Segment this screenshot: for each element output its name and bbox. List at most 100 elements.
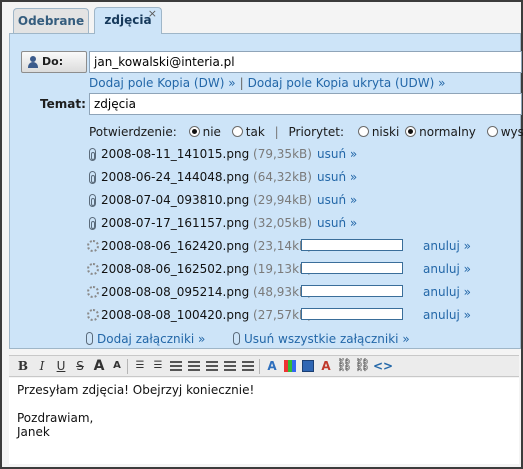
loading-spinner-icon xyxy=(86,308,100,322)
paperclip-icon xyxy=(86,332,93,345)
confirmation-label: Potwierdzenie: xyxy=(89,125,177,139)
ordered-list-icon[interactable]: ☰ xyxy=(132,358,148,374)
tab-compose-label: zdjęcia xyxy=(104,13,152,27)
upload-progress-bar xyxy=(301,308,403,320)
to-field[interactable]: jan_kowalski@interia.pl xyxy=(89,51,522,73)
attachment-name: 2008-08-11_141015.png xyxy=(101,147,250,161)
remove-attachment-link[interactable]: usuń » xyxy=(317,168,357,186)
color-palette-icon[interactable] xyxy=(282,358,298,374)
uploading-attachment-item: 2008-08-06_162420.png (23,14kB) anuluj » xyxy=(86,237,506,255)
message-options: Potwierdzenie: nie tak | Priorytet: nisk… xyxy=(89,125,523,139)
loading-spinner-icon xyxy=(86,239,100,253)
editor-toolbar: B I U S A A ☰ ☰ A A ⛓ ⛓ <> xyxy=(9,355,519,377)
indent-icon[interactable] xyxy=(186,358,202,374)
font-size-down-icon[interactable]: A xyxy=(109,358,125,374)
priority-normal-label: normalny xyxy=(419,125,476,139)
paperclip-icon xyxy=(86,170,100,184)
compose-window: Odebrane zdjęcia × Do: jan_kowalski@inte… xyxy=(0,0,523,469)
confirm-no-radio[interactable] xyxy=(188,126,200,137)
cancel-upload-link[interactable]: anuluj » xyxy=(423,260,471,278)
image-icon[interactable] xyxy=(300,358,316,374)
attachment-item: 2008-07-17_161157.png (32,05kB) usuń » xyxy=(86,214,506,232)
attachment-item: 2008-08-11_141015.png (79,35kB) usuń » xyxy=(86,145,506,163)
font-size-up-icon[interactable]: A xyxy=(91,358,107,374)
priority-high-label: wysoki xyxy=(500,125,523,139)
paperclip-icon xyxy=(86,216,100,230)
attachment-name: 2008-07-17_161157.png xyxy=(101,216,250,230)
to-button[interactable]: Do: xyxy=(21,51,87,73)
cancel-upload-link[interactable]: anuluj » xyxy=(423,306,471,324)
link-icon[interactable]: ⛓ xyxy=(336,358,353,374)
text-color-icon[interactable]: A xyxy=(264,358,280,374)
attachment-item: 2008-06-24_144048.png (64,32kB) usuń » xyxy=(86,168,506,186)
tab-inbox-label: Odebrane xyxy=(17,14,85,28)
upload-progress-bar xyxy=(301,262,403,274)
confirm-no-label: nie xyxy=(202,125,221,139)
attachment-name: 2008-08-08_100420.png xyxy=(101,308,250,322)
add-cc-link[interactable]: Dodaj pole Kopia (DW) » xyxy=(89,76,236,90)
remove-all-attachments-link[interactable]: Usuń wszystkie załączniki » xyxy=(244,332,410,346)
upload-progress-bar xyxy=(301,285,403,297)
loading-spinner-icon xyxy=(86,285,100,299)
close-icon[interactable]: × xyxy=(148,1,157,26)
align-right-icon[interactable] xyxy=(240,358,256,374)
underline-icon[interactable]: U xyxy=(53,358,69,374)
attachment-name: 2008-06-24_144048.png xyxy=(101,170,250,184)
compose-header-panel: Do: jan_kowalski@interia.pl Dodaj pole K… xyxy=(9,33,523,349)
tab-bar: Odebrane zdjęcia × xyxy=(2,2,521,34)
bold-icon[interactable]: B xyxy=(15,358,31,374)
align-left-icon[interactable] xyxy=(204,358,220,374)
link-separator: | xyxy=(239,76,244,90)
remove-format-icon[interactable]: A xyxy=(318,358,334,374)
body-line: Przesyłam zdjęcia! Obejrzyj koniecznie! xyxy=(17,383,255,397)
attachment-name: 2008-07-04_093810.png xyxy=(101,193,250,207)
remove-attachment-link[interactable]: usuń » xyxy=(317,145,357,163)
uploading-attachment-item: 2008-08-08_100420.png (27,57kB) anuluj » xyxy=(86,306,506,324)
add-attachments-link-wrap: Dodaj załączniki » xyxy=(86,332,205,346)
cancel-upload-link[interactable]: anuluj » xyxy=(423,283,471,301)
attachment-size: (29,94kB) xyxy=(253,193,312,207)
priority-high-radio[interactable] xyxy=(486,126,498,137)
priority-low-label: niski xyxy=(371,125,400,139)
attachment-size: (32,05kB) xyxy=(253,216,312,230)
subject-field[interactable]: zdjęcia xyxy=(89,93,522,115)
upload-progress-bar xyxy=(301,239,403,251)
source-code-icon[interactable]: <> xyxy=(373,358,393,374)
toolbar-separator xyxy=(259,359,260,374)
italic-icon[interactable]: I xyxy=(34,358,50,374)
unlink-icon[interactable]: ⛓ xyxy=(354,358,371,374)
subject-label: Temat: xyxy=(40,97,86,111)
add-bcc-link[interactable]: Dodaj pole Kopia ukryta (UDW) » xyxy=(248,76,446,90)
cancel-upload-link[interactable]: anuluj » xyxy=(423,237,471,255)
priority-low-radio[interactable] xyxy=(357,126,369,137)
attachment-size: (79,35kB) xyxy=(253,147,312,161)
remove-attachment-link[interactable]: usuń » xyxy=(317,191,357,209)
options-separator: | xyxy=(274,125,279,139)
confirm-yes-label: tak xyxy=(245,125,265,139)
message-body-editor[interactable]: Przesyłam zdjęcia! Obejrzyj koniecznie! … xyxy=(9,378,519,464)
attachment-name: 2008-08-06_162502.png xyxy=(101,262,250,276)
uploading-attachment-item: 2008-08-06_162502.png (19,13kB) anuluj » xyxy=(86,260,506,278)
to-button-label: Do: xyxy=(42,55,64,68)
unordered-list-icon[interactable]: ☰ xyxy=(150,358,166,374)
tab-inbox[interactable]: Odebrane xyxy=(13,8,89,33)
uploading-attachment-item: 2008-08-08_095214.png (48,93kB) anuluj » xyxy=(86,283,506,301)
priority-label: Priorytet: xyxy=(288,125,344,139)
strikethrough-icon[interactable]: S xyxy=(72,358,88,374)
loading-spinner-icon xyxy=(86,262,100,276)
paperclip-icon xyxy=(86,193,100,207)
add-attachments-link[interactable]: Dodaj załączniki » xyxy=(97,332,205,346)
body-line xyxy=(17,397,511,411)
outdent-icon[interactable] xyxy=(168,358,184,374)
cc-links: Dodaj pole Kopia (DW) » | Dodaj pole Kopia… xyxy=(89,76,445,90)
remove-all-link-wrap: Usuń wszystkie załączniki » xyxy=(233,332,410,346)
priority-normal-radio[interactable] xyxy=(405,126,417,137)
align-center-icon[interactable] xyxy=(222,358,238,374)
attachment-name: 2008-08-08_095214.png xyxy=(101,285,250,299)
confirm-yes-radio[interactable] xyxy=(231,126,243,137)
attachment-name: 2008-08-06_162420.png xyxy=(101,239,250,253)
body-line: Janek xyxy=(17,425,50,439)
remove-attachment-link[interactable]: usuń » xyxy=(317,214,357,232)
paperclip-icon xyxy=(86,147,100,161)
tab-compose[interactable]: zdjęcia × xyxy=(94,7,162,34)
